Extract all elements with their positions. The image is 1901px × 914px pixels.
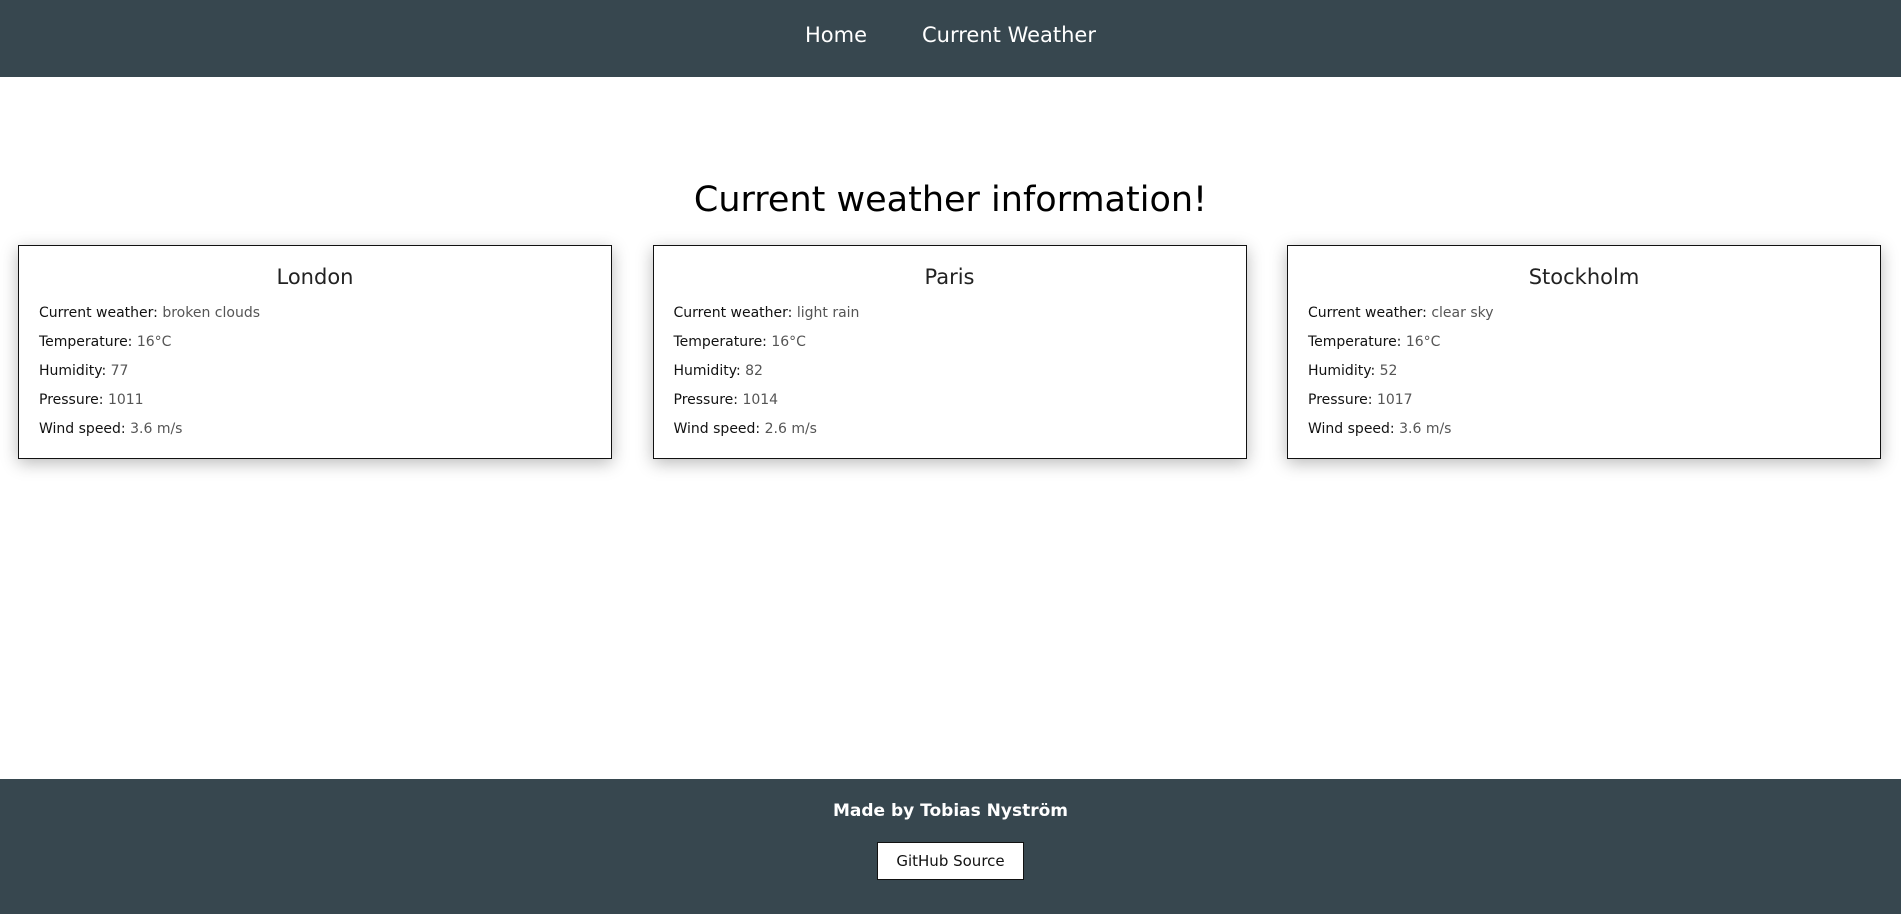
humidity-label: Humidity: [673, 363, 741, 379]
top-navigation: Home Current Weather [0, 0, 1901, 77]
pressure-label: Pressure: [39, 392, 104, 408]
city-name: Stockholm [1528, 265, 1640, 289]
wind-speed-value: 3.6 m/s [1399, 421, 1452, 437]
weather-card-stockholm: Stockholm Current weather: clear sky Tem… [1287, 245, 1881, 459]
wind-speed-label: Wind speed: [673, 421, 761, 437]
humidity-row: Humidity: 52 [1308, 357, 1860, 386]
humidity-value: 82 [745, 363, 763, 379]
current-weather-row: Current weather: broken clouds [39, 299, 591, 328]
current-weather-row: Current weather: clear sky [1308, 299, 1860, 328]
nav-link-home[interactable]: Home [805, 23, 867, 47]
current-weather-value: clear sky [1431, 305, 1494, 321]
wind-speed-row: Wind speed: 2.6 m/s [674, 415, 1226, 444]
wind-speed-row: Wind speed: 3.6 m/s [39, 415, 591, 444]
humidity-value: 52 [1379, 363, 1398, 379]
current-weather-label: Current weather: [39, 305, 158, 321]
temperature-row: Temperature: 16°C [1308, 328, 1860, 357]
temperature-value: 16°C [771, 334, 806, 350]
temperature-label: Temperature: [673, 334, 767, 350]
temperature-value: 16°C [1405, 334, 1441, 350]
pressure-value: 1011 [107, 392, 144, 408]
nav-link-current-weather[interactable]: Current Weather [922, 23, 1096, 47]
temperature-label: Temperature: [1308, 334, 1402, 350]
github-source-button[interactable]: GitHub Source [877, 842, 1024, 880]
city-name: Paris [924, 265, 975, 289]
temperature-row: Temperature: 16°C [674, 328, 1226, 357]
wind-speed-row: Wind speed: 3.6 m/s [1308, 415, 1860, 444]
pressure-label: Pressure: [1308, 392, 1373, 408]
humidity-label: Humidity: [1308, 363, 1376, 379]
temperature-label: Temperature: [39, 334, 133, 350]
made-by-text: Made by Tobias Nyström [832, 801, 1069, 821]
current-weather-value: light rain [796, 305, 860, 321]
humidity-row: Humidity: 77 [39, 357, 591, 386]
city-name: London [276, 265, 354, 289]
page-title: Current weather information! [693, 180, 1208, 220]
current-weather-label: Current weather: [1308, 305, 1427, 321]
temperature-row: Temperature: 16°C [39, 328, 591, 357]
current-weather-label: Current weather: [673, 305, 793, 321]
weather-card-london: London Current weather: broken clouds Te… [18, 245, 612, 459]
wind-speed-label: Wind speed: [1308, 421, 1395, 437]
humidity-label: Humidity: [39, 363, 107, 379]
current-weather-row: Current weather: light rain [674, 299, 1226, 328]
wind-speed-label: Wind speed: [39, 421, 126, 437]
pressure-value: 1017 [1376, 392, 1413, 408]
pressure-value: 1014 [742, 392, 779, 408]
page-footer: Made by Tobias Nyström GitHub Source [0, 779, 1901, 914]
temperature-value: 16°C [136, 334, 172, 350]
weather-card-paris: Paris Current weather: light rain Temper… [652, 245, 1247, 459]
pressure-row: Pressure: 1014 [674, 386, 1226, 415]
current-weather-value: broken clouds [162, 305, 260, 321]
pressure-row: Pressure: 1017 [1308, 386, 1860, 415]
humidity-value: 77 [110, 363, 129, 379]
pressure-label: Pressure: [673, 392, 739, 408]
pressure-row: Pressure: 1011 [39, 386, 591, 415]
weather-cards: London Current weather: broken clouds Te… [18, 245, 1881, 459]
wind-speed-value: 3.6 m/s [130, 421, 183, 437]
humidity-row: Humidity: 82 [674, 357, 1226, 386]
wind-speed-value: 2.6 m/s [764, 421, 817, 437]
